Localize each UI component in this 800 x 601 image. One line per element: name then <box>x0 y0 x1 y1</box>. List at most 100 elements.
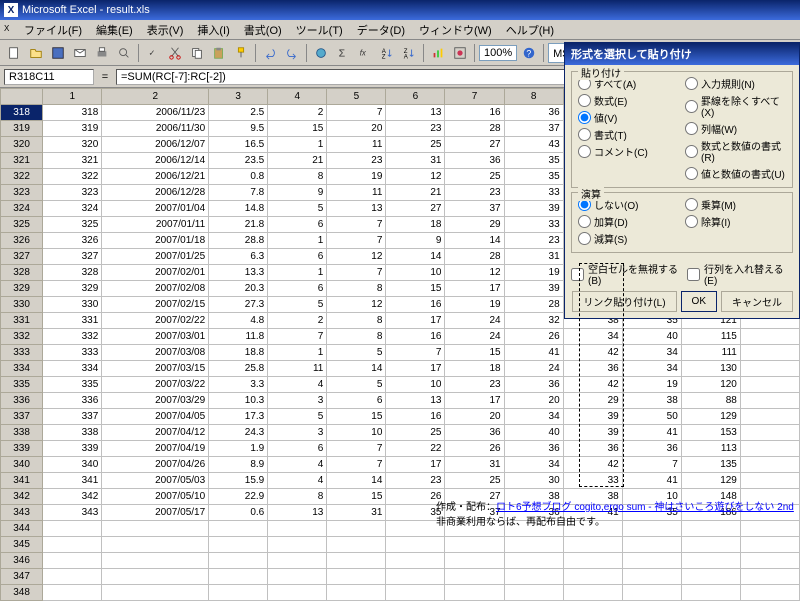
cell[interactable]: 34 <box>504 409 563 425</box>
row-header[interactable]: 344 <box>1 521 43 537</box>
cell[interactable] <box>102 569 209 585</box>
cell[interactable]: 0.6 <box>209 505 268 521</box>
cell[interactable]: 23 <box>445 185 504 201</box>
cell[interactable]: 18 <box>445 361 504 377</box>
cell[interactable] <box>209 521 268 537</box>
cell[interactable] <box>102 553 209 569</box>
cell[interactable]: 111 <box>681 345 740 361</box>
row-header[interactable]: 327 <box>1 249 43 265</box>
cell[interactable]: 22 <box>386 441 445 457</box>
cell[interactable]: 23 <box>445 377 504 393</box>
cell[interactable]: 11 <box>268 361 327 377</box>
cell[interactable]: 15 <box>268 121 327 137</box>
row-header[interactable]: 348 <box>1 585 43 601</box>
cell[interactable]: 14 <box>327 361 386 377</box>
mail-icon[interactable] <box>70 43 90 63</box>
cell[interactable]: 39 <box>563 425 622 441</box>
cell[interactable]: 25 <box>386 137 445 153</box>
cell[interactable] <box>327 537 386 553</box>
cell[interactable]: 129 <box>681 473 740 489</box>
cell[interactable]: 2007/01/04 <box>102 201 209 217</box>
cell[interactable]: 23 <box>386 121 445 137</box>
cell[interactable]: 31 <box>386 153 445 169</box>
cell[interactable] <box>102 585 209 601</box>
cell[interactable]: 4 <box>268 473 327 489</box>
cell[interactable]: 17 <box>445 393 504 409</box>
cell[interactable]: 322 <box>43 169 102 185</box>
cell[interactable]: 12 <box>386 169 445 185</box>
cell[interactable] <box>268 569 327 585</box>
cell[interactable]: 135 <box>681 457 740 473</box>
cell[interactable]: 20.3 <box>209 281 268 297</box>
cell[interactable]: 343 <box>43 505 102 521</box>
link-paste-button[interactable]: リンク貼り付け(L) <box>572 291 676 312</box>
cell[interactable]: 2006/11/23 <box>102 105 209 121</box>
cell[interactable]: 7 <box>327 217 386 233</box>
cell[interactable]: 3 <box>268 425 327 441</box>
cell[interactable]: 5 <box>327 377 386 393</box>
cell[interactable] <box>563 553 622 569</box>
cell[interactable]: 34 <box>622 361 681 377</box>
cell[interactable] <box>327 553 386 569</box>
cell[interactable]: 16.5 <box>209 137 268 153</box>
cell[interactable]: 120 <box>681 377 740 393</box>
cell[interactable]: 42 <box>563 377 622 393</box>
row-header[interactable]: 347 <box>1 569 43 585</box>
row-header[interactable]: 330 <box>1 297 43 313</box>
cell[interactable]: 324 <box>43 201 102 217</box>
cell[interactable]: 31 <box>327 505 386 521</box>
cell[interactable]: 13 <box>327 201 386 217</box>
cell[interactable]: 5 <box>268 409 327 425</box>
zoom-combo[interactable]: 100% <box>479 45 517 61</box>
cell[interactable] <box>445 585 504 601</box>
cell[interactable]: 16 <box>386 297 445 313</box>
cell[interactable] <box>209 537 268 553</box>
spell-icon[interactable]: ✓ <box>143 43 163 63</box>
cell[interactable]: 40 <box>504 425 563 441</box>
col-header[interactable]: 6 <box>386 89 445 105</box>
cell[interactable] <box>504 537 563 553</box>
cell[interactable]: 6 <box>268 217 327 233</box>
cell[interactable]: 340 <box>43 457 102 473</box>
check-transpose[interactable]: 行列を入れ替える(E) <box>687 261 793 287</box>
cell[interactable]: 7 <box>327 105 386 121</box>
cell[interactable]: 11.8 <box>209 329 268 345</box>
cell[interactable]: 319 <box>43 121 102 137</box>
cell[interactable]: 2006/12/14 <box>102 153 209 169</box>
col-header[interactable]: 1 <box>43 89 102 105</box>
cell[interactable]: 28 <box>445 121 504 137</box>
cell[interactable]: 2 <box>268 105 327 121</box>
cell[interactable] <box>504 569 563 585</box>
cell[interactable]: 17 <box>445 281 504 297</box>
fx-label-icon[interactable]: = <box>98 71 112 83</box>
cell[interactable]: 2007/02/22 <box>102 313 209 329</box>
cell[interactable]: 15 <box>327 489 386 505</box>
redo-icon[interactable] <box>282 43 302 63</box>
cell[interactable]: 24.3 <box>209 425 268 441</box>
cell[interactable]: 6 <box>268 249 327 265</box>
cell[interactable]: 336 <box>43 393 102 409</box>
cell[interactable]: 2.5 <box>209 105 268 121</box>
cell[interactable]: 14 <box>445 233 504 249</box>
cell[interactable]: 129 <box>681 409 740 425</box>
cell[interactable]: 8 <box>327 281 386 297</box>
row-header[interactable]: 326 <box>1 233 43 249</box>
cell[interactable]: 19 <box>327 169 386 185</box>
cell[interactable]: 28 <box>445 249 504 265</box>
cell[interactable]: 34 <box>504 457 563 473</box>
cell[interactable]: 320 <box>43 137 102 153</box>
row-header[interactable]: 332 <box>1 329 43 345</box>
cell[interactable]: 23.5 <box>209 153 268 169</box>
cell[interactable]: 17 <box>386 313 445 329</box>
cell[interactable]: 37 <box>445 201 504 217</box>
cell[interactable]: 8 <box>268 169 327 185</box>
row-header[interactable]: 338 <box>1 425 43 441</box>
link-icon[interactable] <box>311 43 331 63</box>
cell[interactable]: 27.3 <box>209 297 268 313</box>
cell[interactable]: 13 <box>386 393 445 409</box>
cell[interactable]: 36 <box>504 441 563 457</box>
row-header[interactable]: 336 <box>1 393 43 409</box>
cell[interactable]: 113 <box>681 441 740 457</box>
cell[interactable]: 43 <box>504 137 563 153</box>
cell[interactable]: 321 <box>43 153 102 169</box>
